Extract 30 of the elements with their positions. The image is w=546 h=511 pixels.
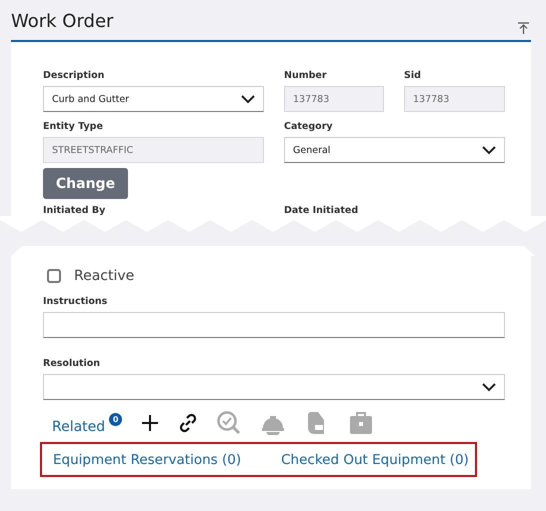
- select-field[interactable]: [43, 374, 505, 400]
- equipment-link[interactable]: Checked Out Equipment (0): [281, 452, 469, 468]
- readonly-field[interactable]: 137783: [404, 86, 505, 112]
- chevron-down-icon: [482, 382, 496, 392]
- chevron-down-icon: [241, 94, 255, 104]
- field-label: Sid: [404, 70, 422, 81]
- field-label: Initiated By: [43, 205, 106, 216]
- field-label: Number: [284, 70, 328, 81]
- change-button[interactable]: Change: [43, 168, 128, 199]
- readonly-field[interactable]: 137783: [284, 86, 384, 112]
- field-label: Instructions: [43, 296, 108, 307]
- checkbox[interactable]: [47, 269, 61, 283]
- readonly-field[interactable]: STREETSTRAFFIC: [43, 137, 264, 163]
- equipment-link[interactable]: Equipment Reservations (0): [53, 452, 242, 468]
- select-field[interactable]: General: [284, 137, 505, 163]
- checkbox-label: Reactive: [74, 268, 134, 284]
- plus-icon[interactable]: [140, 413, 160, 433]
- link-icon[interactable]: [178, 413, 198, 433]
- field-label: Category: [284, 121, 334, 132]
- field-label: Resolution: [43, 358, 102, 369]
- collapse-up-icon[interactable]: [518, 22, 529, 34]
- page-title: Work Order: [11, 11, 114, 32]
- related-heading: Related: [52, 419, 106, 435]
- chevron-down-icon: [482, 146, 496, 154]
- select-field[interactable]: Curb and Gutter: [43, 86, 264, 112]
- count-badge: 0: [109, 412, 122, 426]
- input-field[interactable]: [43, 312, 505, 338]
- field-label: Description: [43, 70, 106, 81]
- field-label: Date Initiated: [284, 205, 360, 216]
- field-label: Entity Type: [43, 121, 104, 132]
